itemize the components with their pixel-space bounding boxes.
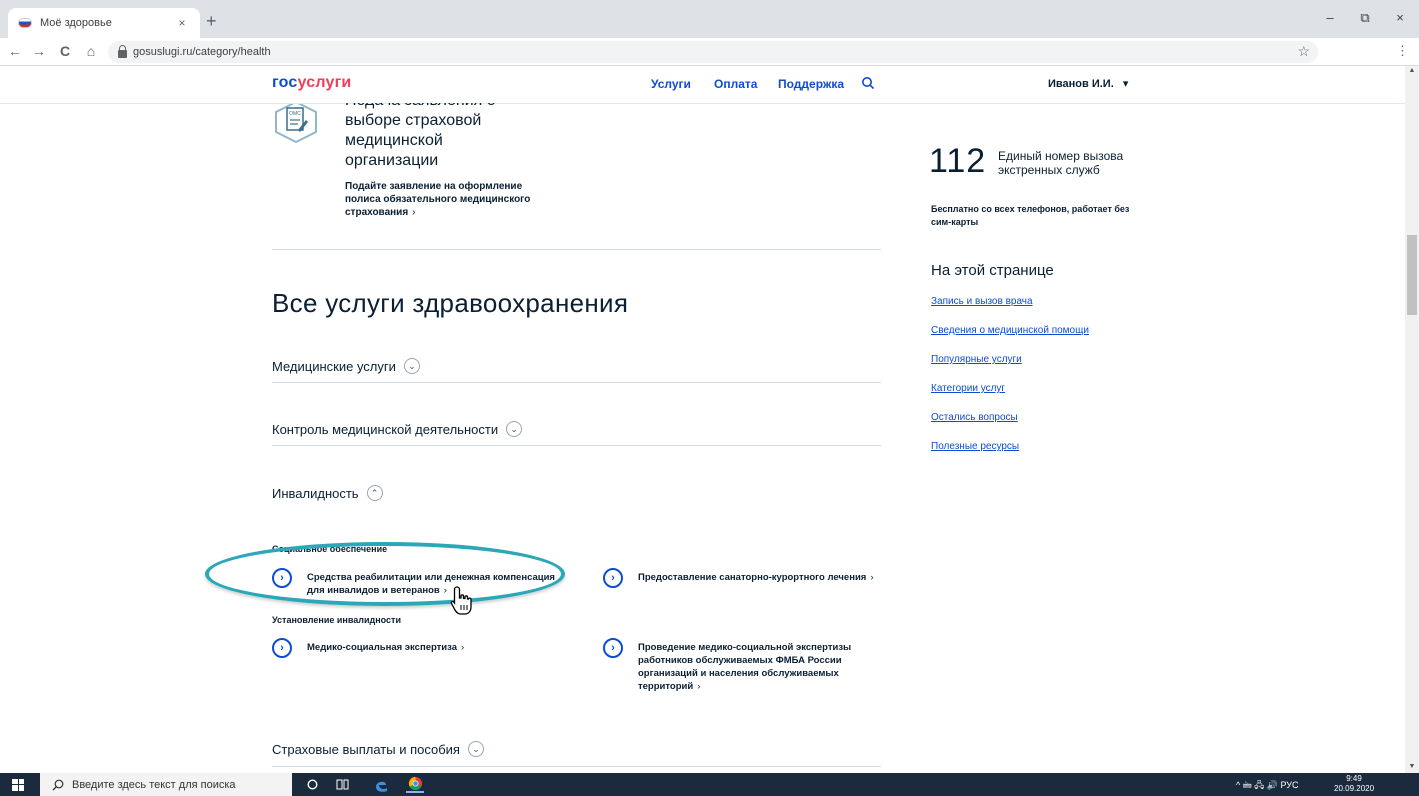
arrow-circle-icon: › bbox=[603, 568, 623, 588]
url-text: gosuslugi.ru/category/health bbox=[133, 46, 271, 58]
accordion-medical-control[interactable]: Контроль медицинской деятельности ⌄ bbox=[272, 421, 523, 437]
hand-cursor-icon bbox=[450, 586, 472, 615]
service-text: Медико-социальная экспертиза bbox=[307, 642, 458, 653]
highlight-ellipse bbox=[205, 542, 565, 606]
arrow-circle-icon: › bbox=[272, 638, 292, 658]
anchor-link-doctor[interactable]: Запись и вызов врача bbox=[931, 296, 1033, 307]
chevron-down-icon[interactable]: ⌄ bbox=[506, 421, 523, 437]
service-sanatorium[interactable]: › Предоставление санаторно-курортного ле… bbox=[603, 568, 893, 588]
minimize-button[interactable]: – bbox=[1320, 10, 1340, 25]
accordion-label: Инвалидность bbox=[272, 485, 359, 501]
edge-icon[interactable] bbox=[372, 776, 390, 793]
new-tab-button[interactable]: + bbox=[206, 12, 217, 30]
close-window-button[interactable]: × bbox=[1390, 10, 1410, 25]
maximize-button[interactable]: ⧉ bbox=[1355, 10, 1375, 26]
gosuslugi-logo[interactable]: госуслуги bbox=[272, 74, 351, 92]
taskbar-search[interactable]: Введите здесь текст для поиска bbox=[40, 773, 292, 796]
logo-part-uslugi: услуги bbox=[297, 74, 352, 91]
card-description[interactable]: Подайте заявление на оформление полиса о… bbox=[345, 180, 555, 219]
logo-part-gos: гос bbox=[272, 74, 298, 91]
search-icon[interactable] bbox=[861, 76, 875, 90]
anchor-link-resources[interactable]: Полезные ресурсы bbox=[931, 441, 1019, 452]
chevron-down-icon[interactable]: ⌄ bbox=[467, 741, 484, 757]
site-header: госуслуги Услуги Оплата Поддержка Иванов… bbox=[0, 66, 1405, 104]
service-text: Предоставление санаторно-курортного лече… bbox=[638, 572, 867, 583]
divider bbox=[272, 382, 881, 383]
chevron-right-icon: › bbox=[697, 681, 701, 692]
tab-close-icon[interactable]: × bbox=[174, 16, 190, 30]
reload-icon[interactable]: C bbox=[56, 43, 74, 59]
search-icon bbox=[52, 779, 64, 790]
user-name: Иванов И.И. bbox=[1048, 78, 1114, 90]
emergency-number: 112 bbox=[929, 142, 987, 180]
accordion-label: Страховые выплаты и пособия bbox=[272, 741, 460, 757]
anchor-link-categories[interactable]: Категории услуг bbox=[931, 383, 1005, 394]
chevron-right-icon: › bbox=[412, 207, 416, 218]
browser-tab[interactable]: Моё здоровье × bbox=[8, 8, 200, 38]
section-title: Все услуги здравоохранения bbox=[272, 288, 629, 318]
oms-icon-label: ОМС bbox=[289, 111, 301, 117]
chrome-icon[interactable] bbox=[406, 776, 424, 793]
chevron-down-icon: ▾ bbox=[1122, 78, 1129, 90]
clock-time: 9:49 bbox=[1346, 774, 1362, 783]
accordion-label: Контроль медицинской деятельности bbox=[272, 421, 499, 437]
nav-support[interactable]: Поддержка bbox=[778, 77, 844, 91]
forward-arrow-icon[interactable]: → bbox=[30, 43, 48, 59]
system-tray[interactable]: ^ 🖮 🖧 🔊 РУС bbox=[1236, 778, 1299, 794]
subgroup-title-disability: Установление инвалидности bbox=[272, 615, 401, 625]
user-menu[interactable]: Иванов И.И. ▾ bbox=[1048, 77, 1128, 90]
on-page-title: На этой странице bbox=[931, 262, 1054, 279]
tab-title: Моё здоровье bbox=[40, 17, 112, 29]
emergency-title: Единый номер вызова экстренных служб bbox=[998, 149, 1124, 177]
oms-document-icon: ОМС bbox=[272, 100, 320, 144]
back-arrow-icon[interactable]: ← bbox=[6, 43, 24, 59]
divider bbox=[272, 249, 881, 250]
service-text: Проведение медико-социальной экспертизы … bbox=[638, 642, 852, 692]
nav-payment[interactable]: Оплата bbox=[714, 77, 757, 91]
divider bbox=[272, 766, 881, 767]
chevron-right-icon: › bbox=[870, 572, 874, 583]
scroll-down-icon[interactable]: ▼ bbox=[1405, 763, 1419, 770]
browser-toolbar: ← → C ⌂ gosuslugi.ru/category/health ☆ bbox=[0, 38, 1419, 66]
clock[interactable]: 9:49 20.09.2020 bbox=[1334, 774, 1374, 792]
page-scrollbar[interactable] bbox=[1405, 66, 1419, 773]
anchor-link-popular[interactable]: Популярные услуги bbox=[931, 354, 1022, 365]
address-bar[interactable]: gosuslugi.ru/category/health ☆ bbox=[108, 41, 1318, 63]
emergency-description: Бесплатно со всех телефонов, работает бе… bbox=[931, 204, 1130, 227]
windows-logo-icon bbox=[12, 778, 24, 791]
taskbar-search-placeholder: Введите здесь текст для поиска bbox=[72, 778, 236, 791]
chevron-up-icon[interactable]: ⌃ bbox=[366, 485, 383, 501]
arrow-circle-icon: › bbox=[603, 638, 623, 658]
scroll-up-icon[interactable]: ▲ bbox=[1405, 67, 1419, 74]
nav-services[interactable]: Услуги bbox=[651, 77, 691, 91]
chevron-down-icon[interactable]: ⌄ bbox=[403, 358, 420, 374]
windows-taskbar: Введите здесь текст для поиска ^ 🖮 🖧 🔊 Р… bbox=[0, 773, 1419, 796]
service-mse[interactable]: › Медико-социальная экспертиза › bbox=[272, 638, 572, 658]
card-description-text: Подайте заявление на оформление полиса о… bbox=[345, 181, 531, 218]
start-button[interactable] bbox=[0, 773, 36, 796]
cortana-icon[interactable] bbox=[304, 776, 320, 793]
scrollbar-thumb[interactable] bbox=[1407, 235, 1417, 315]
accordion-insurance-payments[interactable]: Страховые выплаты и пособия ⌄ bbox=[272, 741, 484, 757]
clock-date: 20.09.2020 bbox=[1334, 784, 1375, 792]
browser-tab-strip: Моё здоровье × + – ⧉ × bbox=[0, 0, 1419, 38]
anchor-link-questions[interactable]: Остались вопросы bbox=[931, 412, 1018, 423]
lock-icon bbox=[118, 44, 127, 58]
card-title[interactable]: Подача заявления о выборе страховой меди… bbox=[345, 103, 535, 171]
accordion-medical-services[interactable]: Медицинские услуги ⌄ bbox=[272, 358, 420, 374]
anchor-link-medical-info[interactable]: Сведения о медицинской помощи bbox=[931, 325, 1089, 336]
russia-flag-icon bbox=[18, 18, 32, 28]
home-icon[interactable]: ⌂ bbox=[82, 43, 100, 59]
accordion-label: Медицинские услуги bbox=[272, 358, 396, 374]
chevron-right-icon: › bbox=[461, 642, 465, 653]
browser-menu-icon[interactable]: ⋮ bbox=[1396, 43, 1409, 59]
task-view-icon[interactable] bbox=[334, 776, 350, 793]
accordion-disability[interactable]: Инвалидность ⌃ bbox=[272, 485, 383, 501]
divider bbox=[272, 445, 881, 446]
service-mse-fmba[interactable]: › Проведение медико-социальной экспертиз… bbox=[603, 638, 853, 693]
bookmark-star-icon[interactable]: ☆ bbox=[1297, 43, 1310, 60]
